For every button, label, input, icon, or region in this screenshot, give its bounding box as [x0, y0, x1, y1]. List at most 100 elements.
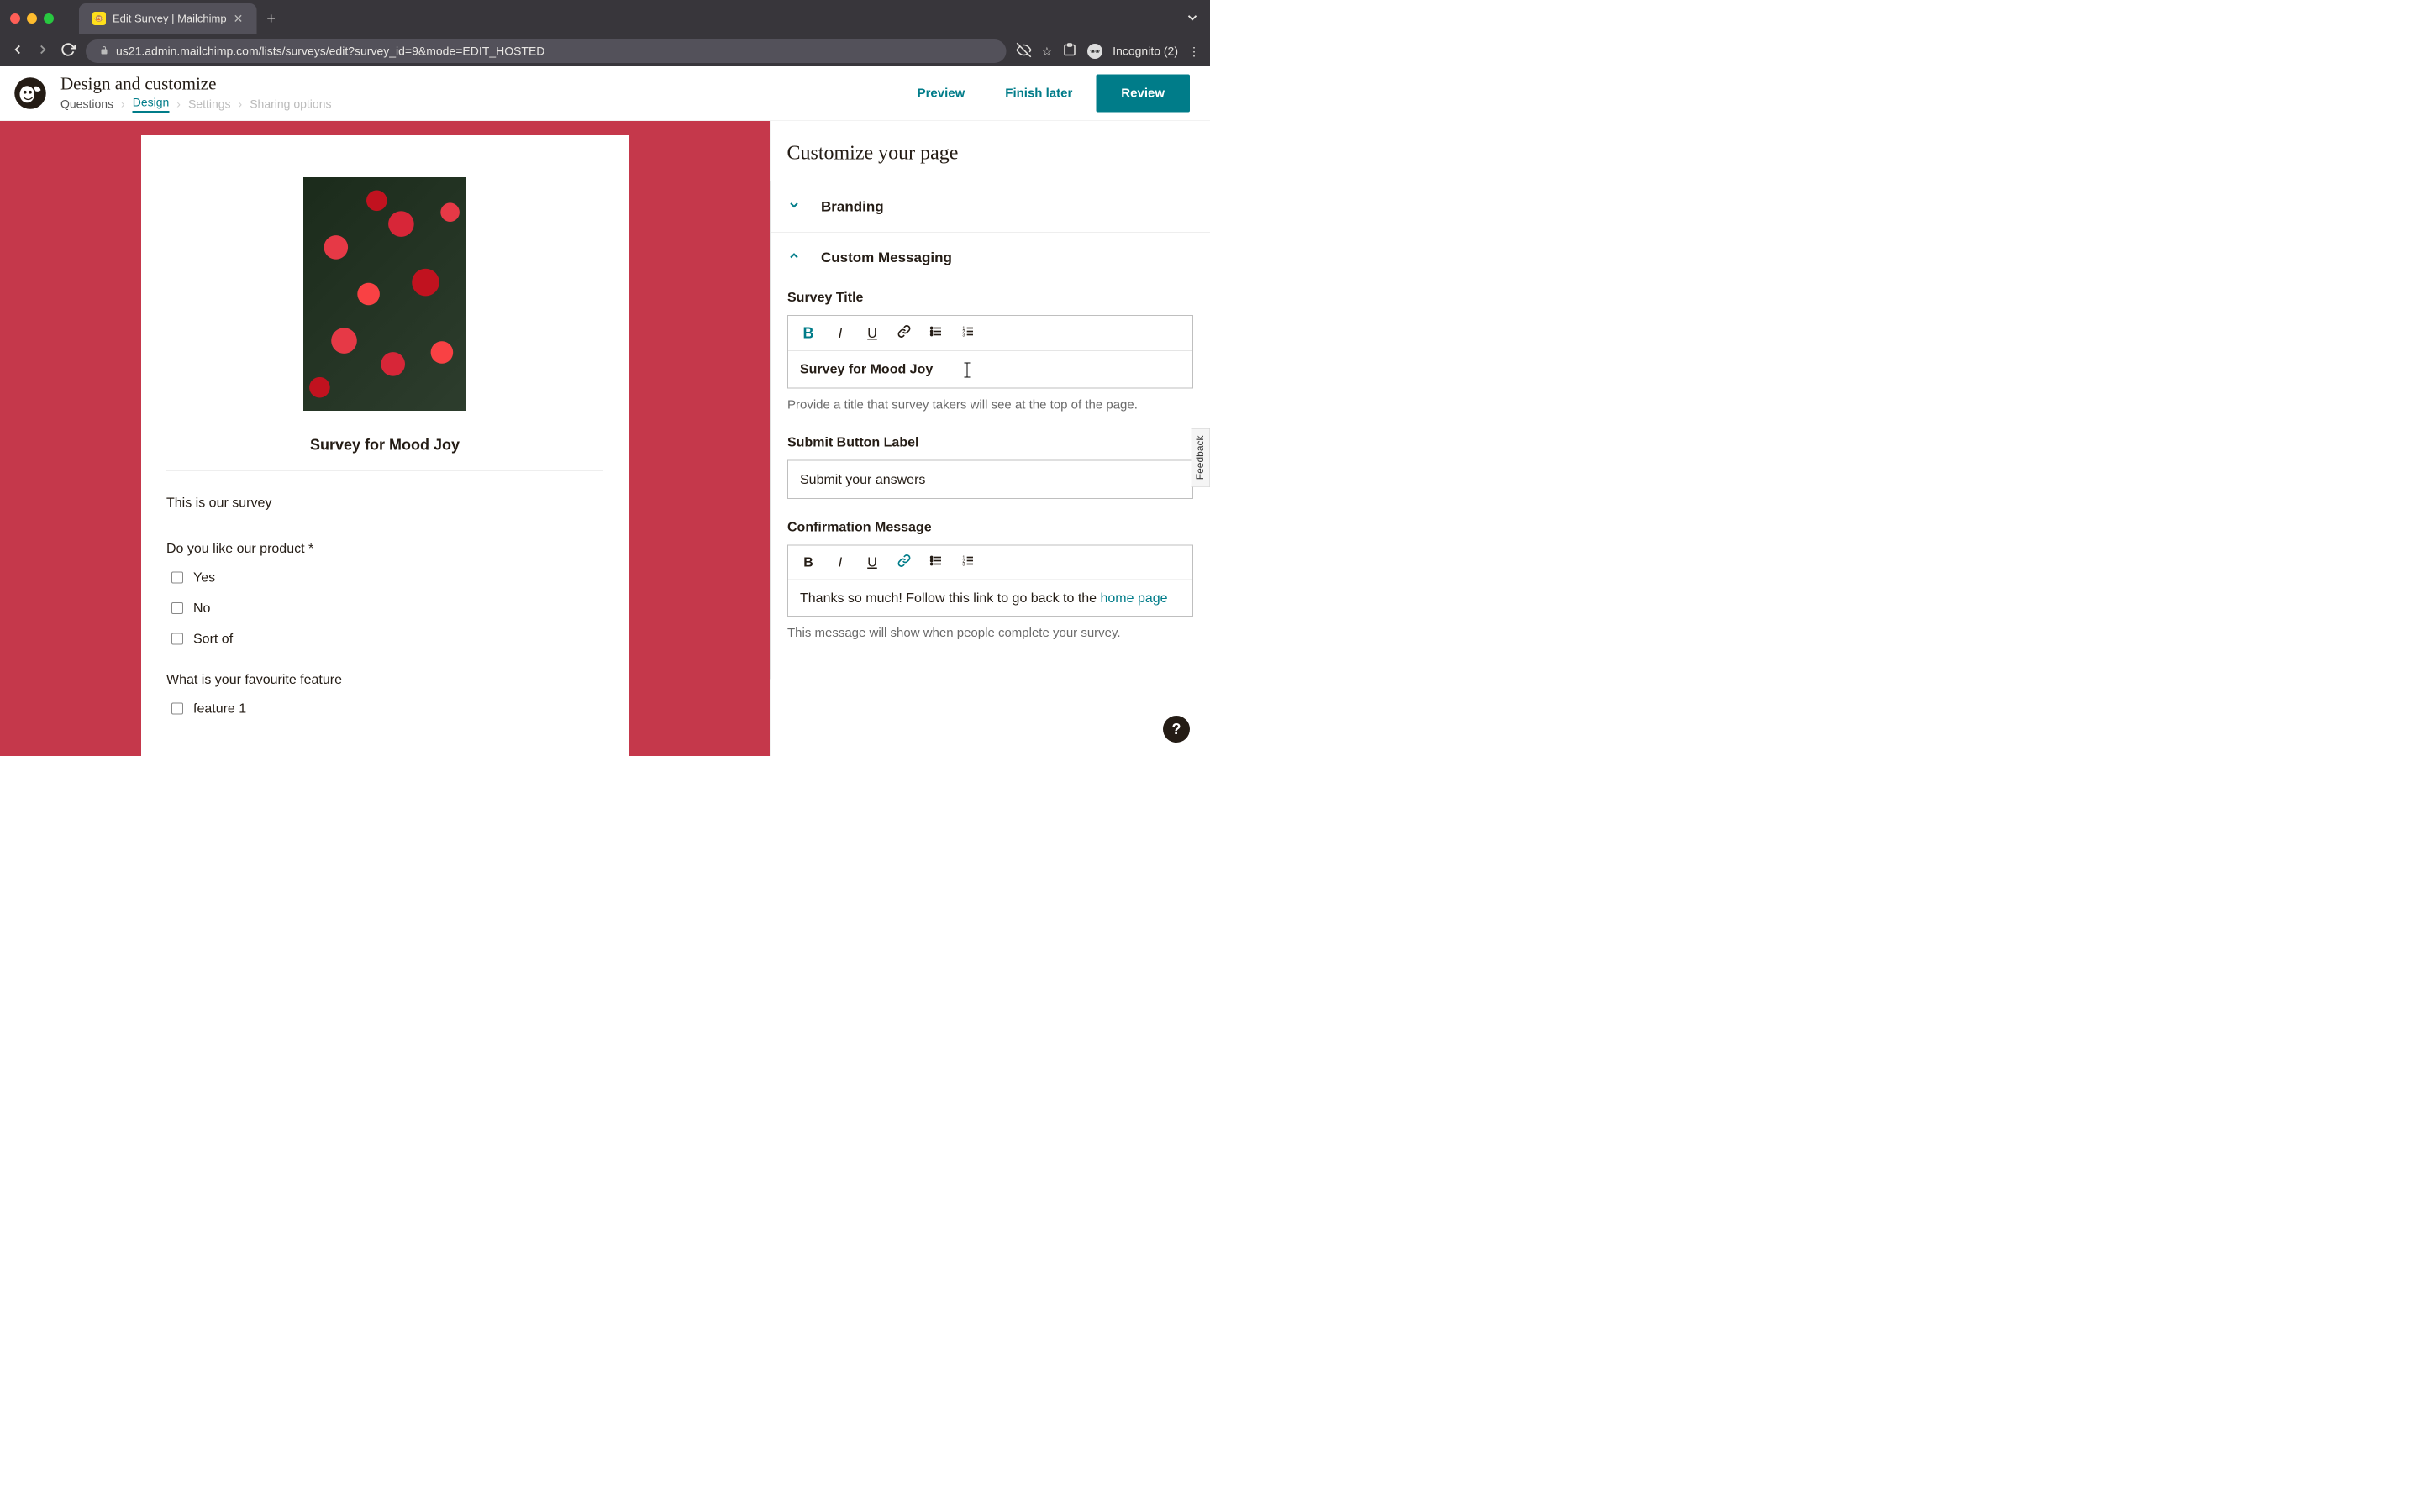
incognito-label: Incognito (2)	[1113, 45, 1178, 58]
confirmation-link[interactable]: home page	[1101, 590, 1168, 605]
italic-icon[interactable]: I	[832, 325, 849, 341]
reload-button[interactable]	[60, 42, 76, 61]
helper-text: This message will show when people compl…	[787, 623, 1193, 643]
bullet-list-icon[interactable]	[928, 554, 944, 570]
preview-button[interactable]: Preview	[901, 76, 982, 110]
survey-card: Survey for Mood Joy This is our survey D…	[141, 135, 629, 756]
checkbox-icon[interactable]	[171, 633, 183, 644]
option-row[interactable]: feature 1	[166, 701, 603, 717]
field-label: Submit Button Label	[787, 434, 1193, 450]
underline-icon[interactable]: U	[864, 554, 881, 570]
numbered-list-icon[interactable]: 123	[960, 554, 976, 570]
customize-sidebar: Customize your page Branding Custom Mess…	[770, 121, 1210, 756]
bold-icon[interactable]: B	[800, 324, 817, 342]
submit-button-label-input[interactable]	[787, 459, 1193, 499]
crumb-sharing: Sharing options	[250, 97, 331, 111]
link-icon[interactable]	[896, 554, 913, 570]
browser-tab[interactable]: 🐵 Edit Survey | Mailchimp ✕	[79, 3, 256, 34]
page-title: Design and customize	[60, 74, 901, 94]
field-label: Survey Title	[787, 290, 1193, 306]
crumb-questions[interactable]: Questions	[60, 97, 113, 111]
mailchimp-logo[interactable]	[13, 76, 47, 110]
chevron-up-icon	[787, 249, 804, 266]
svg-text:3: 3	[962, 333, 965, 339]
accordion-header-branding[interactable]: Branding	[771, 181, 1210, 232]
option-label: feature 1	[193, 701, 246, 717]
new-tab-button[interactable]: +	[266, 10, 276, 28]
confirmation-editor[interactable]: B I U 123	[787, 544, 1193, 617]
window-controls	[10, 13, 54, 24]
app-header: Design and customize Questions › Design …	[0, 66, 1210, 121]
help-button[interactable]: ?	[1163, 716, 1190, 743]
extensions-icon[interactable]	[1062, 42, 1077, 60]
chevron-right-icon: ›	[239, 97, 243, 111]
survey-header-image	[303, 177, 466, 411]
survey-intro-text: This is our survey	[166, 495, 603, 511]
confirmation-message-field: Confirmation Message B I U	[787, 519, 1193, 643]
incognito-avatar-icon[interactable]: 🕶	[1087, 44, 1102, 59]
field-label: Confirmation Message	[787, 519, 1193, 535]
survey-title-field: Survey Title B I U	[787, 290, 1193, 414]
option-label: No	[193, 601, 210, 617]
chevron-right-icon: ›	[121, 97, 125, 111]
sidebar-heading: Customize your page	[771, 121, 1211, 181]
survey-title-editor[interactable]: B I U 123	[787, 315, 1193, 388]
close-tab-icon[interactable]: ✕	[234, 12, 244, 26]
question-block: What is your favourite feature feature 1	[166, 672, 603, 717]
bold-icon[interactable]: B	[800, 554, 817, 570]
option-label: Yes	[193, 570, 215, 585]
forward-button[interactable]	[35, 42, 50, 61]
italic-icon[interactable]: I	[832, 554, 849, 570]
svg-text:3: 3	[962, 562, 965, 567]
mailchimp-favicon: 🐵	[92, 12, 106, 25]
address-bar[interactable]: us21.admin.mailchimp.com/lists/surveys/e…	[86, 39, 1007, 63]
option-row[interactable]: No	[166, 601, 603, 617]
rte-toolbar: B I U 123	[788, 545, 1192, 580]
accordion-custom-messaging: Custom Messaging Survey Title B I U	[771, 232, 1211, 679]
checkbox-icon[interactable]	[171, 602, 183, 614]
option-label: Sort of	[193, 631, 233, 647]
window-close[interactable]	[10, 13, 20, 24]
survey-title-preview: Survey for Mood Joy	[166, 436, 603, 470]
option-row[interactable]: Sort of	[166, 631, 603, 647]
underline-icon[interactable]: U	[864, 325, 881, 341]
chevron-right-icon: ›	[176, 97, 181, 111]
window-maximize[interactable]	[44, 13, 54, 24]
checkbox-icon[interactable]	[171, 571, 183, 583]
tabs-overflow-icon[interactable]	[1185, 10, 1200, 28]
text-cursor-icon	[966, 362, 967, 377]
bullet-list-icon[interactable]	[928, 325, 944, 342]
window-minimize[interactable]	[27, 13, 37, 24]
confirmation-message-input[interactable]: Thanks so much! Follow this link to go b…	[788, 580, 1192, 616]
accordion-branding: Branding	[771, 181, 1211, 233]
feedback-tab[interactable]: Feedback	[1192, 428, 1211, 487]
checkbox-icon[interactable]	[171, 702, 183, 714]
bookmark-star-icon[interactable]: ☆	[1042, 45, 1053, 59]
browser-tab-strip: 🐵 Edit Survey | Mailchimp ✕ +	[0, 0, 1210, 37]
accordion-title: Custom Messaging	[821, 249, 952, 266]
breadcrumb: Questions › Design › Settings › Sharing …	[60, 96, 901, 113]
option-row[interactable]: Yes	[166, 570, 603, 585]
numbered-list-icon[interactable]: 123	[960, 325, 976, 342]
tab-title: Edit Survey | Mailchimp	[113, 12, 227, 25]
question-text: What is your favourite feature	[166, 672, 603, 688]
submit-button-label-field: Submit Button Label	[787, 434, 1193, 499]
chevron-down-icon	[787, 198, 804, 215]
question-block: Do you like our product * Yes No Sort of	[166, 541, 603, 647]
link-icon[interactable]	[896, 325, 913, 342]
url-text: us21.admin.mailchimp.com/lists/surveys/e…	[116, 45, 544, 58]
review-button[interactable]: Review	[1096, 74, 1190, 112]
crumb-settings: Settings	[188, 97, 231, 111]
accordion-header-custom-messaging[interactable]: Custom Messaging	[771, 233, 1210, 283]
browser-menu-icon[interactable]: ⋮	[1188, 45, 1200, 59]
helper-text: Provide a title that survey takers will …	[787, 395, 1193, 414]
eye-off-icon[interactable]	[1017, 42, 1032, 60]
back-button[interactable]	[10, 42, 25, 61]
accordion-title: Branding	[821, 198, 884, 215]
finish-later-button[interactable]: Finish later	[988, 76, 1089, 110]
survey-title-input[interactable]: Survey for Mood Joy	[788, 351, 1192, 387]
rte-toolbar: B I U 123	[788, 316, 1192, 351]
survey-preview-pane: Survey for Mood Joy This is our survey D…	[0, 121, 770, 756]
crumb-design[interactable]: Design	[133, 96, 170, 113]
browser-toolbar: us21.admin.mailchimp.com/lists/surveys/e…	[0, 37, 1210, 66]
